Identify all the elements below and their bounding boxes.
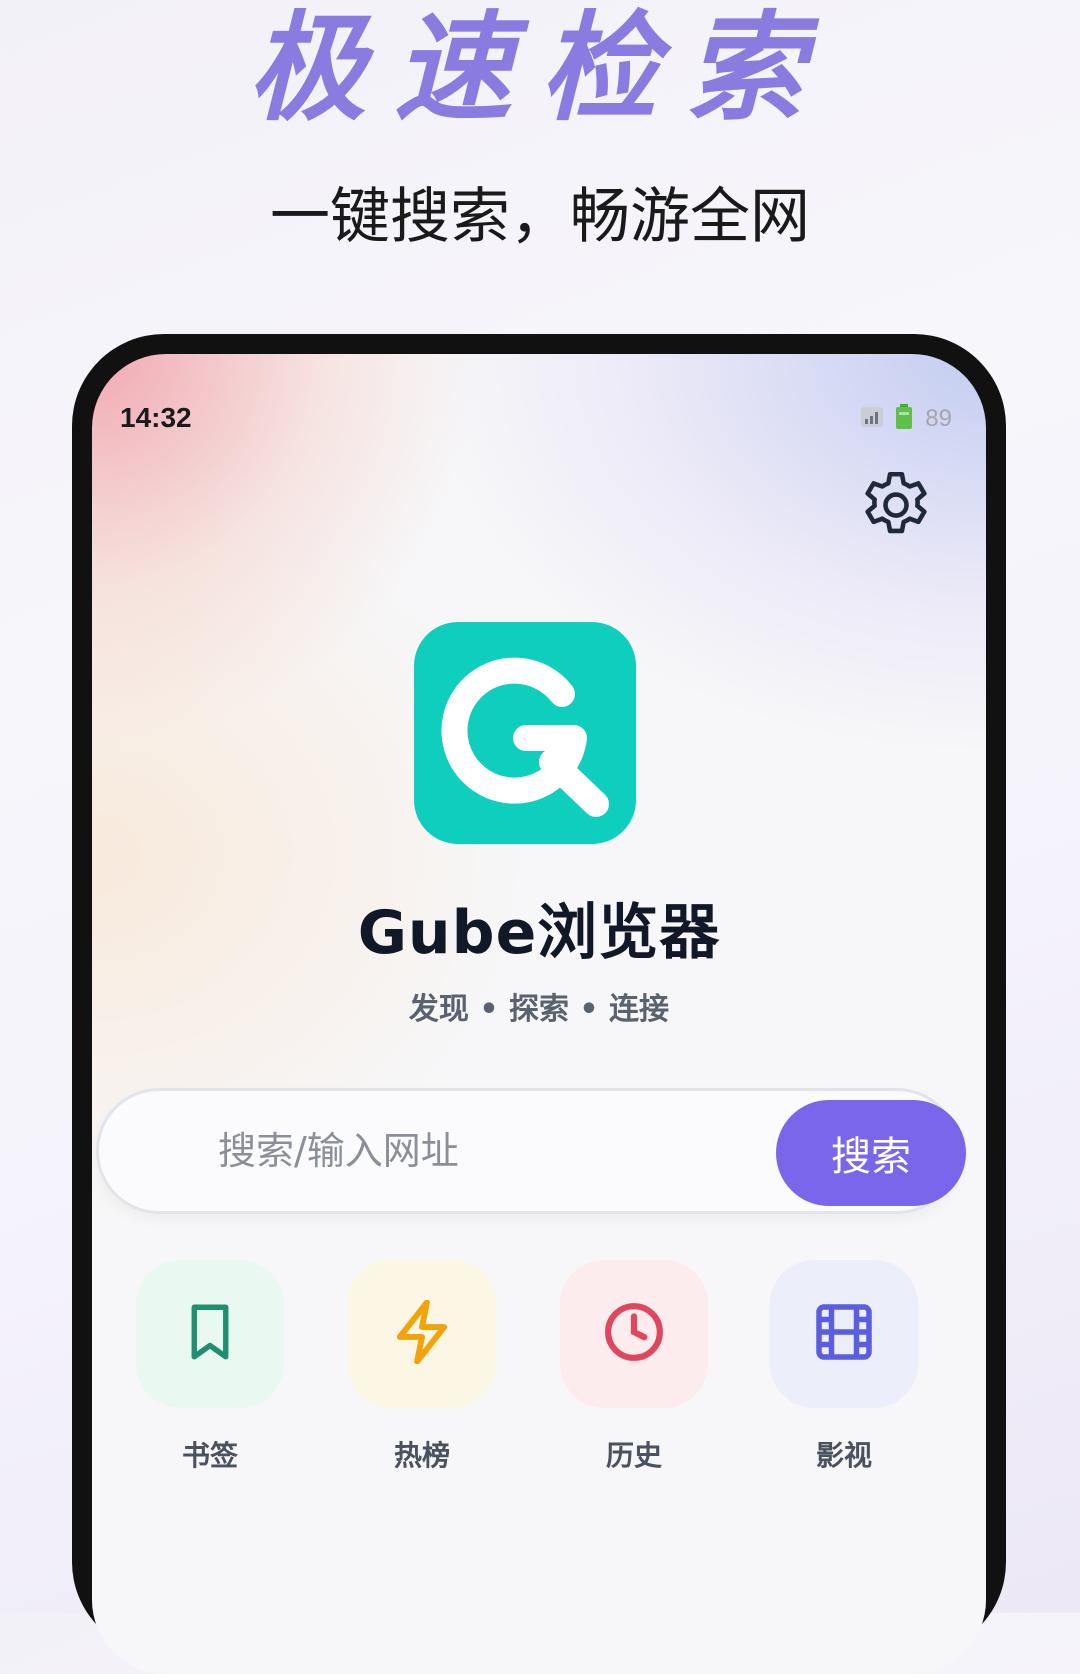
phone-frame: 14:32 89 Gube浏览器 发现 • 探索 • 连接 搜索/输入网址 搜索… — [72, 334, 1006, 1674]
shortcut-video[interactable]: 影视 — [770, 1260, 918, 1474]
shortcut-tile — [348, 1260, 496, 1408]
clock-icon — [603, 1301, 665, 1367]
settings-button[interactable] — [854, 464, 938, 548]
search-bar: 搜索 — [96, 1088, 966, 1214]
lightning-icon — [392, 1299, 452, 1368]
shortcut-history[interactable]: 历史 — [560, 1260, 708, 1474]
shortcut-tile — [770, 1260, 918, 1408]
shortcut-bookmarks[interactable]: 书签 — [136, 1260, 284, 1474]
battery-percent: 89 — [925, 405, 952, 432]
promo-title: 极速检索 — [247, 0, 832, 137]
shortcut-trending[interactable]: 热榜 — [348, 1260, 496, 1474]
status-time: 14:32 — [120, 402, 192, 433]
app-tagline: 发现 • 探索 • 连接 — [408, 992, 670, 1027]
status-icons: 89 — [861, 404, 952, 434]
shortcut-tile — [136, 1260, 284, 1408]
shortcut-label: 热榜 — [393, 1439, 450, 1472]
search-g-logo-icon — [441, 657, 609, 817]
shortcut-label: 书签 — [181, 1439, 238, 1472]
promo-subtitle: 一键搜索，畅游全网 — [270, 182, 810, 252]
phone-screen: 14:32 89 Gube浏览器 发现 • 探索 • 连接 搜索/输入网址 搜索… — [92, 354, 986, 1674]
app-logo — [414, 622, 636, 844]
battery-icon — [895, 404, 913, 434]
film-icon — [814, 1302, 874, 1366]
shortcut-label: 影视 — [815, 1439, 872, 1472]
search-input[interactable] — [216, 1120, 740, 1182]
shortcut-tile — [560, 1260, 708, 1408]
signal-icon — [861, 407, 884, 431]
app-name: Gube浏览器 — [357, 898, 721, 968]
gear-icon — [854, 462, 938, 550]
search-button[interactable]: 搜索 — [776, 1100, 966, 1206]
bookmark-icon — [183, 1302, 237, 1366]
shortcut-label: 历史 — [605, 1439, 662, 1472]
